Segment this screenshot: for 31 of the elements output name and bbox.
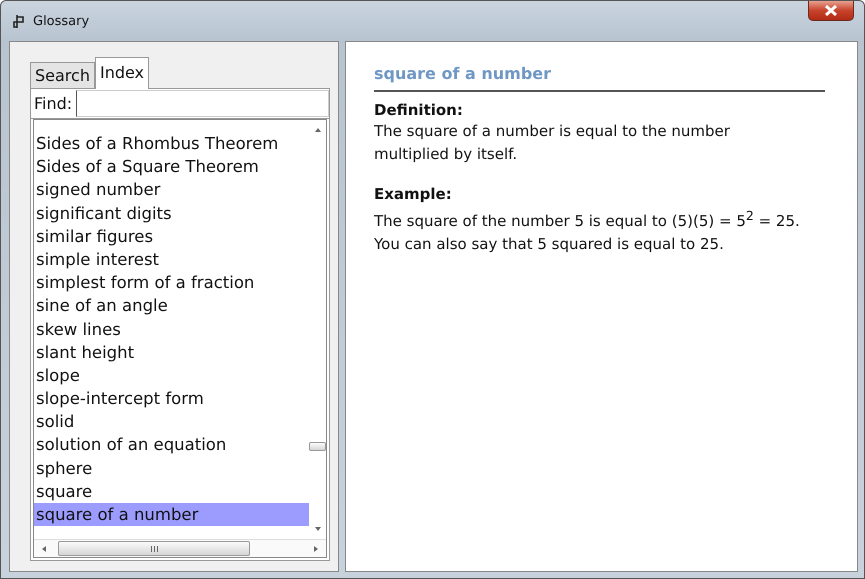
close-icon — [824, 5, 838, 16]
index-item[interactable]: simple interest — [34, 248, 309, 272]
index-item[interactable]: slope-intercept form — [34, 387, 309, 410]
section-text: The square of a number is equal to the number multiplied by itself. — [374, 121, 731, 165]
index-item[interactable]: simplest form of a fraction — [34, 271, 309, 294]
index-item[interactable]: Sides of a Square Theorem — [34, 155, 309, 178]
index-item[interactable]: signed number — [34, 178, 309, 202]
window-icon — [13, 14, 25, 28]
index-item[interactable]: skew lines — [34, 318, 309, 341]
section-heading: Example: — [374, 184, 453, 204]
horizontal-scrollbar[interactable] — [34, 539, 326, 557]
tab[interactable]: Index — [94, 57, 150, 89]
section-text: The square of the number 5 is equal to (5)(5) = 5$^{2}$ = 25. You can also say that 5 squared is equal to 25. — [374, 207, 801, 255]
index-item[interactable]: square — [34, 480, 309, 503]
index-item[interactable]: similar figures — [34, 224, 309, 248]
close-button[interactable] — [808, 1, 854, 21]
term-heading: square of a number — [374, 64, 825, 92]
index-item[interactable]: sine of an angle — [34, 294, 309, 318]
index-item[interactable]: sphere — [34, 456, 309, 480]
index-item[interactable]: Sides of a Rhombus Theorem — [34, 132, 309, 156]
index-item[interactable]: solution of an equation — [34, 433, 309, 457]
window-title: Glossary — [33, 14, 90, 28]
index-item[interactable]: slant height — [34, 340, 309, 364]
index-item[interactable]: significant digits — [34, 202, 309, 225]
index-item[interactable]: square of a number — [34, 503, 309, 526]
find-label: Find: — [33, 94, 72, 113]
tab[interactable]: Search — [30, 62, 95, 88]
index-item[interactable]: slope — [34, 364, 309, 388]
index-item[interactable]: solid — [34, 410, 309, 434]
find-field[interactable] — [76, 90, 329, 117]
section-heading: Definition: — [374, 100, 464, 120]
